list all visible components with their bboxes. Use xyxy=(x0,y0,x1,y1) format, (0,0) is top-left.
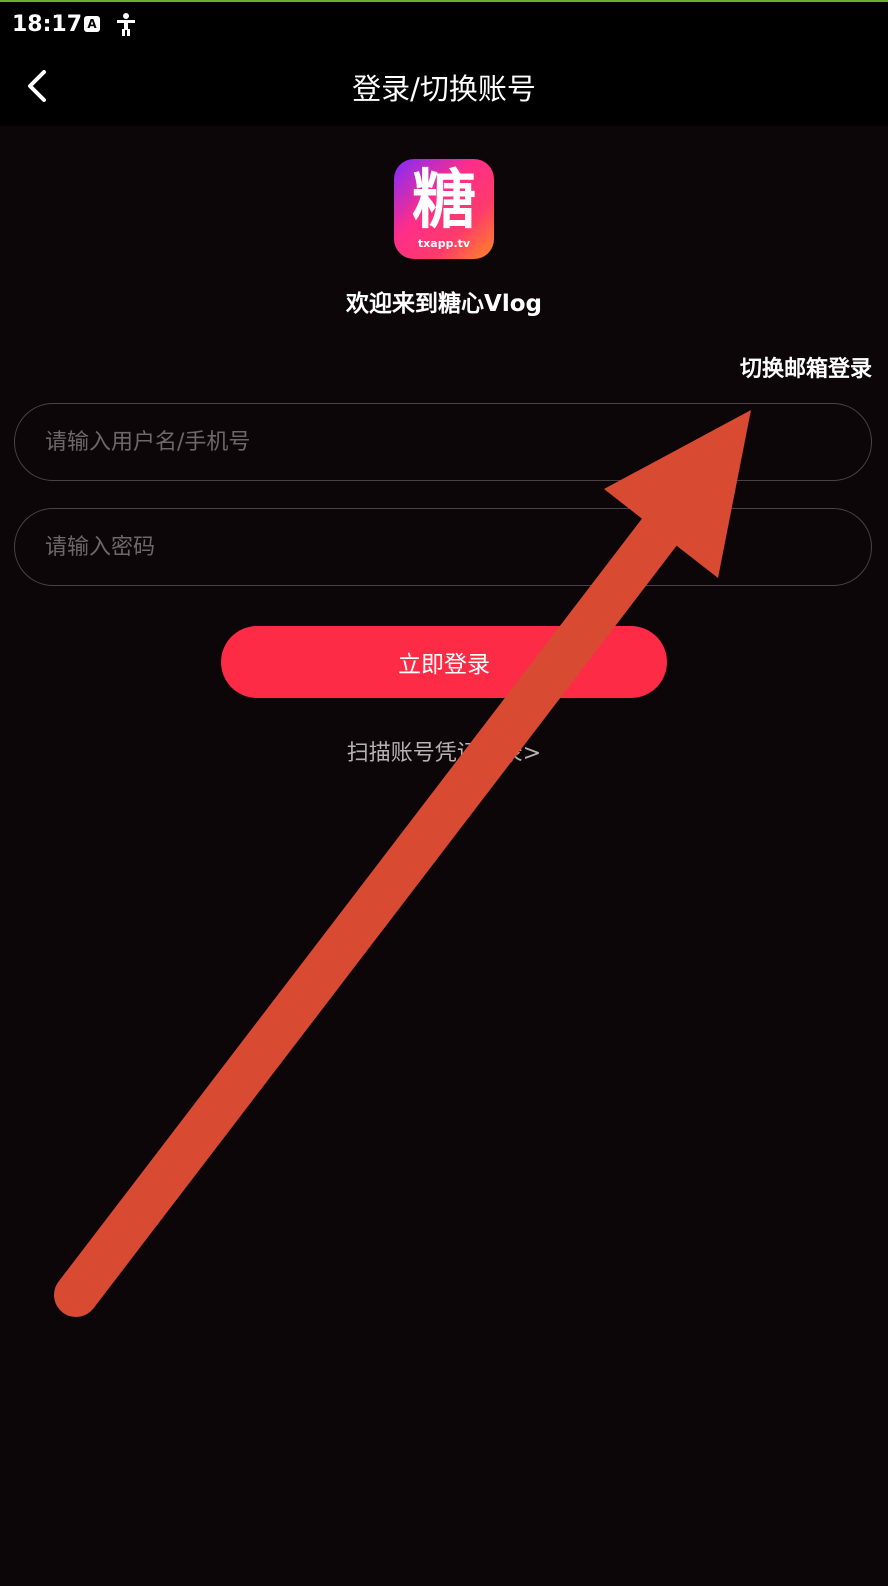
switch-email-login-link[interactable]: 切换邮箱登录 xyxy=(740,351,872,383)
status-time: 18:17 xyxy=(12,12,83,37)
welcome-text: 欢迎来到糖心Vlog xyxy=(346,291,542,317)
login-button[interactable]: 立即登录 xyxy=(221,626,667,698)
a-notification-icon: A xyxy=(84,16,100,32)
password-input[interactable] xyxy=(43,509,837,586)
accessibility-icon xyxy=(117,13,135,36)
logo-subtext: txapp.tv xyxy=(417,237,471,250)
username-field xyxy=(14,403,872,481)
scan-credential-login-link[interactable]: 扫描账号凭证登录> xyxy=(0,735,888,767)
nav-bar: 登录/切换账号 xyxy=(0,48,888,126)
username-input[interactable] xyxy=(43,404,837,481)
page-title: 登录/切换账号 xyxy=(352,72,536,106)
logo-char: 糖 xyxy=(412,164,476,238)
app-logo: 糖 txapp.tv xyxy=(394,159,494,259)
status-bar: 18:17 A xyxy=(0,0,888,48)
password-field xyxy=(14,508,872,586)
